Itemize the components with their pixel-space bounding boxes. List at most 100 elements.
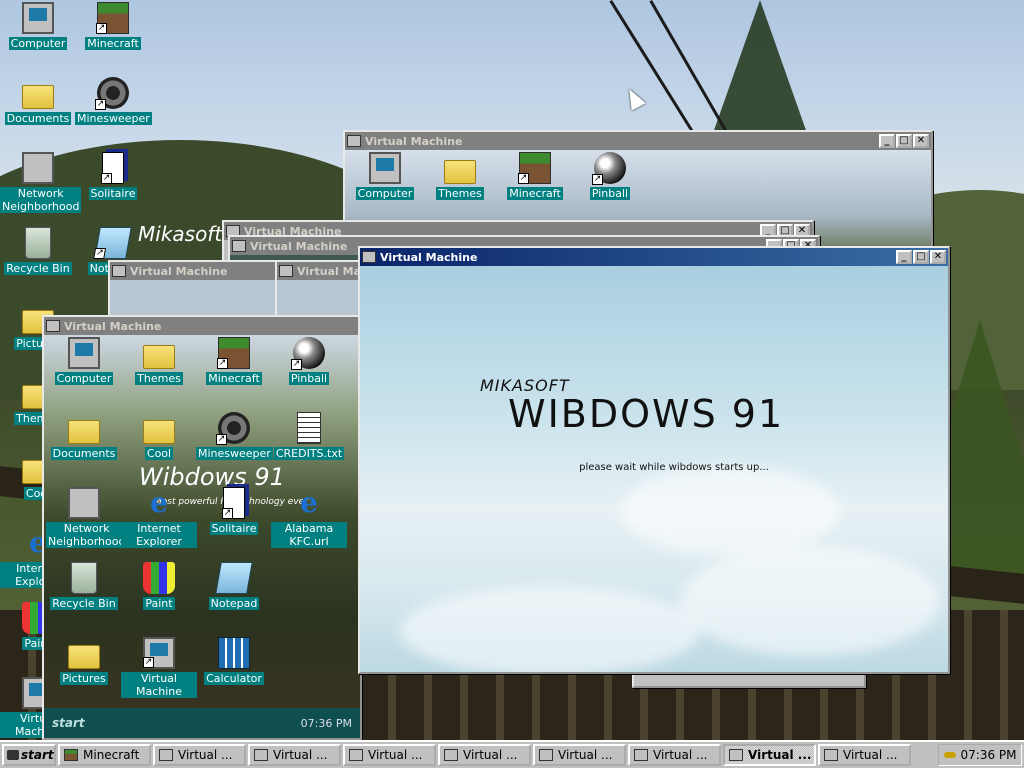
desktop-icon-minecraft[interactable]: ↗ Minecraft: [75, 2, 151, 50]
vm-icon: [729, 749, 743, 761]
close-button[interactable]: ✕: [913, 134, 929, 148]
task-label: Virtual ...: [653, 748, 708, 762]
shortcut-arrow-icon: ↗: [217, 358, 228, 369]
start-logo-icon: [7, 750, 19, 760]
icon-label: Solitaire: [88, 187, 138, 200]
icon-label: Minesweeper: [196, 447, 273, 460]
icon-label: Network Neighborhood: [46, 522, 128, 548]
desktop-icon-solitaire[interactable]: ↗ Solitaire: [75, 152, 151, 200]
maximize-button[interactable]: □: [913, 250, 929, 264]
system-tray: 07:36 PM: [938, 744, 1022, 766]
vm-icon-pinball[interactable]: ↗ Pinball: [271, 337, 347, 385]
vm-start-button[interactable]: start: [52, 716, 85, 730]
close-button[interactable]: ✕: [930, 250, 946, 264]
cool-folder-icon: [143, 420, 175, 444]
title-bar[interactable]: Virtual Machine: [44, 317, 360, 335]
vm-icon: [159, 749, 173, 761]
task-button-vm[interactable]: Virtual ...: [153, 744, 246, 766]
task-button-vm[interactable]: Virtual ...: [248, 744, 341, 766]
desktop-icon-recycle-bin[interactable]: Recycle Bin: [0, 227, 76, 275]
vm-icon-cool[interactable]: Cool: [121, 412, 197, 460]
vm-icon-internet-explorer[interactable]: e Internet Explorer: [121, 487, 197, 548]
vm-icon-documents[interactable]: Documents: [46, 412, 122, 460]
task-button-vm[interactable]: Virtual ...: [818, 744, 911, 766]
vm-icon-notepad[interactable]: Notepad: [196, 562, 272, 610]
vm-icon-paint[interactable]: Paint: [121, 562, 197, 610]
task-label: Virtual ...: [748, 748, 812, 762]
shortcut-arrow-icon: ↗: [96, 23, 107, 34]
vm-icon: ↗: [143, 637, 175, 669]
task-label: Virtual ...: [463, 748, 518, 762]
notepad-icon: [215, 562, 253, 594]
icon-label: Computer: [54, 372, 114, 385]
shortcut-arrow-icon: ↗: [216, 434, 227, 445]
vm-icon-calculator[interactable]: Calculator: [196, 637, 272, 685]
vm-icon-computer[interactable]: Computer: [347, 152, 423, 200]
recycle-bin-icon: [25, 227, 51, 259]
cloud: [400, 586, 700, 672]
task-button-vm[interactable]: Virtual ...: [343, 744, 436, 766]
icon-label: Minecraft: [85, 37, 141, 50]
icon-label: Minecraft: [507, 187, 563, 200]
task-label: Minecraft: [83, 748, 140, 762]
solitaire-icon: ↗: [222, 487, 245, 519]
desktop-icon-minesweeper[interactable]: ↗ Minesweeper: [75, 77, 152, 125]
icon-label: Computer: [355, 187, 415, 200]
task-button-vm[interactable]: Virtual ...: [533, 744, 626, 766]
task-button-vm[interactable]: Virtual ...: [628, 744, 721, 766]
icon-label: Pictures: [60, 672, 108, 685]
task-label: Virtual ...: [368, 748, 423, 762]
minesweeper-icon: ↗: [216, 412, 250, 445]
vm-taskbar: start 07:36 PM: [44, 708, 360, 738]
title-bar[interactable]: Virtual Machine _ □ ✕: [360, 248, 948, 266]
vm-icon-minesweeper[interactable]: ↗ Minesweeper: [196, 412, 273, 460]
vm-icon-pictures[interactable]: Pictures: [46, 637, 122, 685]
icon-label: CREDITS.txt: [273, 447, 345, 460]
icon-label: Recycle Bin: [4, 262, 72, 275]
mouse-cursor-icon: [622, 85, 646, 111]
task-button-vm-active[interactable]: Virtual ...: [723, 744, 816, 766]
vm-icon-recycle-bin[interactable]: Recycle Bin: [46, 562, 122, 610]
pinball-icon: ↗: [592, 152, 626, 185]
themes-folder-icon: [444, 160, 476, 184]
vm-icon-themes[interactable]: Themes: [422, 152, 498, 200]
desktop-icon-computer[interactable]: Computer: [0, 2, 76, 50]
icon-label: Cool: [144, 447, 174, 460]
desktop: Computer ↗ Minecraft Documents ↗ Mineswe…: [0, 0, 1024, 740]
vm-clock: 07:36 PM: [300, 716, 352, 730]
minimize-button[interactable]: _: [896, 250, 912, 264]
desktop-icon-network[interactable]: Network Neighborhood: [0, 152, 82, 213]
vm-icon-network[interactable]: Network Neighborhood: [46, 487, 128, 548]
shortcut-arrow-icon: ↗: [592, 174, 603, 185]
start-button[interactable]: start: [2, 744, 56, 766]
icon-label: Internet Explorer: [121, 522, 197, 548]
vm-icon-minecraft[interactable]: ↗ Minecraft: [196, 337, 272, 385]
maximize-button[interactable]: □: [896, 134, 912, 148]
shortcut-arrow-icon: ↗: [93, 248, 107, 259]
documents-folder-icon: [22, 85, 54, 109]
icon-label: Solitaire: [209, 522, 259, 535]
task-button-vm[interactable]: Virtual ...: [438, 744, 531, 766]
vm-icon-credits[interactable]: CREDITS.txt: [271, 412, 347, 460]
vm-icon-pinball[interactable]: ↗ Pinball: [572, 152, 648, 200]
vm-icon-alabama-kfc[interactable]: e Alabama KFC.url: [271, 487, 347, 548]
vm-window-front-left[interactable]: Virtual Machine Computer Themes ↗ Minecra…: [42, 315, 362, 740]
minecraft-icon: ↗: [96, 2, 129, 34]
taskbar: start Minecraft Virtual ... Virtual ... …: [0, 740, 1024, 768]
vm-window-splash[interactable]: Virtual Machine _ □ ✕ MIKASOFT WIBDOWS 9…: [358, 246, 950, 674]
documents-folder-icon: [68, 420, 100, 444]
vm-icon-solitaire[interactable]: ↗ Solitaire: [196, 487, 272, 535]
solitaire-icon: ↗: [101, 152, 124, 184]
task-label: Virtual ...: [843, 748, 898, 762]
minimize-button[interactable]: _: [879, 134, 895, 148]
vm-icon-themes[interactable]: Themes: [121, 337, 197, 385]
desktop-icon-documents[interactable]: Documents: [0, 77, 76, 125]
vm-icon-virtual-machine[interactable]: ↗ Virtual Machine: [121, 637, 197, 698]
vm-icon-computer[interactable]: Computer: [46, 337, 122, 385]
shortcut-arrow-icon: ↗: [518, 173, 529, 184]
task-button-minecraft[interactable]: Minecraft: [58, 744, 151, 766]
title-bar[interactable]: Virtual Machine _ □ ✕: [345, 132, 931, 150]
window-title: Virtual Machine: [380, 250, 478, 264]
notepad-icon: ↗: [93, 227, 132, 259]
vm-icon-minecraft[interactable]: ↗ Minecraft: [497, 152, 573, 200]
